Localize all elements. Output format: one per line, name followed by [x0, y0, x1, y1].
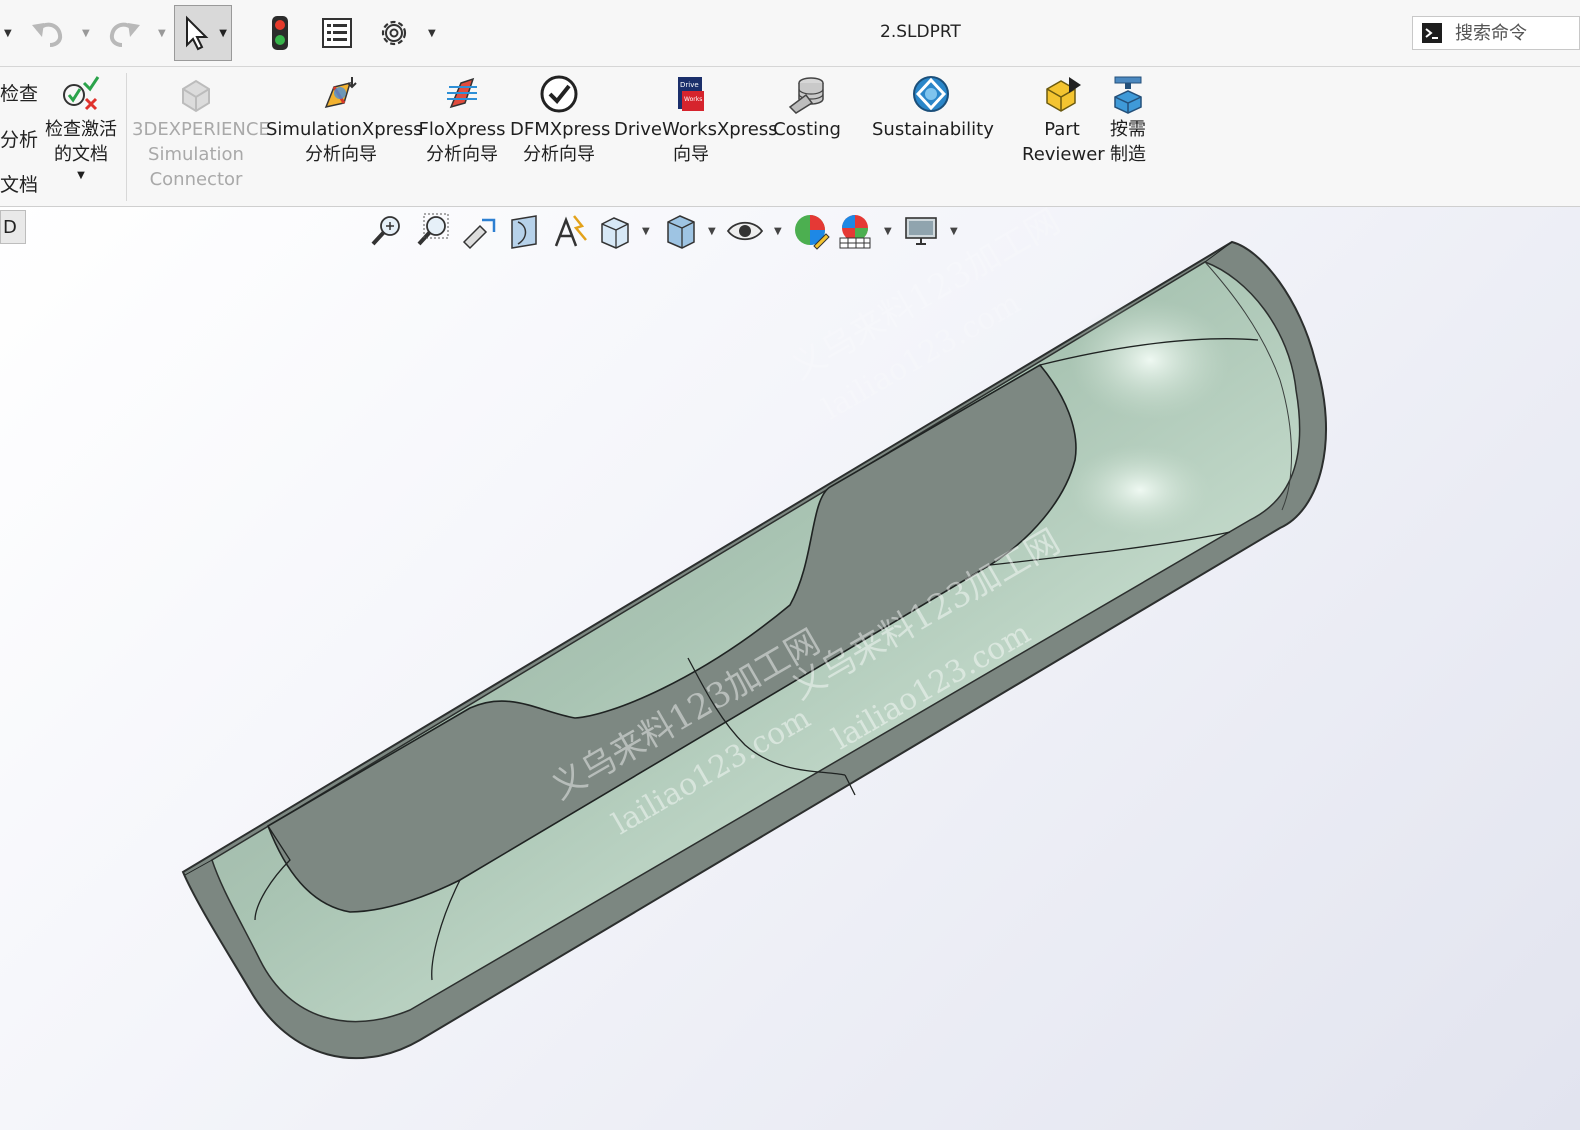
highlight — [1070, 445, 1210, 535]
command-manager-ribbon: 检查 分析 文档 检查激活 的文档 ▼ 3DEXPERIENCE Simulat… — [0, 67, 1580, 207]
view-settings-dropdown-icon[interactable]: ▼ — [950, 226, 958, 237]
costing-button[interactable]: Costing — [772, 73, 842, 142]
dfmxpress-icon — [540, 75, 578, 113]
svg-text:Drive: Drive — [680, 81, 699, 89]
traffic-light-icon — [272, 16, 288, 50]
highlight — [1070, 300, 1230, 420]
view-orientation-dropdown-icon[interactable]: ▼ — [642, 226, 650, 237]
search-commands-box[interactable] — [1412, 16, 1580, 50]
part-reviewer-icon — [1046, 77, 1081, 112]
select-dropdown-icon[interactable]: ▼ — [219, 28, 227, 39]
edit-appearance-icon[interactable] — [792, 212, 830, 250]
ribbon-separator — [126, 73, 127, 201]
rebuild-button[interactable] — [266, 14, 294, 52]
apply-scene-dropdown-icon[interactable]: ▼ — [884, 226, 892, 237]
undo-icon — [32, 22, 63, 47]
floxpress-button[interactable]: FloXpress 分析向导 — [418, 73, 506, 167]
file-properties-button[interactable] — [318, 14, 356, 52]
floxpress-label: FloXpress 分析向导 — [418, 119, 506, 165]
display-style-dropdown-icon[interactable]: ▼ — [708, 226, 716, 237]
3dexperience-label: 3DEXPERIENCE Simulation Connector — [132, 119, 270, 190]
driveworksxpress-button[interactable]: Drive Works DriveWorksXpress 向导 — [614, 73, 778, 167]
check-active-document-label: 检查激活 的文档 — [45, 119, 117, 165]
part-reviewer-label: Part Reviewer — [1022, 119, 1105, 165]
3d-print-icon — [1114, 76, 1142, 114]
dynamic-annotation-views-icon[interactable] — [552, 212, 590, 250]
floxpress-icon — [447, 77, 477, 109]
document-title: 2.SLDPRT — [880, 22, 961, 42]
costing-icon — [788, 77, 824, 114]
section-view-icon[interactable] — [506, 212, 544, 250]
sustainability-button[interactable]: Sustainability — [872, 73, 994, 142]
undo-dropdown-icon[interactable]: ▼ — [82, 28, 90, 39]
display-style-icon[interactable] — [662, 212, 700, 250]
options-dropdown-icon[interactable]: ▼ — [428, 28, 436, 39]
driveworks-icon: Drive Works — [678, 77, 704, 111]
simulationxpress-icon — [324, 77, 357, 109]
list-document-icon — [322, 18, 352, 48]
zoom-to-fit-icon[interactable] — [368, 212, 406, 250]
dfmxpress-button[interactable]: DFMXpress 分析向导 — [510, 73, 611, 167]
cursor-arrow-icon — [186, 15, 209, 51]
sustainability-label: Sustainability — [872, 119, 994, 140]
redo-button[interactable] — [104, 14, 144, 52]
command-prompt-icon — [1422, 23, 1442, 43]
check-dropdown-icon[interactable]: ▼ — [40, 171, 122, 181]
3dexperience-icon — [182, 79, 210, 113]
check-active-document-icon — [63, 76, 100, 111]
sustainability-icon — [913, 76, 949, 112]
simulationxpress-label: SimulationXpress 分析向导 — [266, 119, 423, 165]
search-input[interactable] — [1453, 21, 1577, 45]
title-bar: ▼ ▼ ▼ ▼ ▼ 2.SLDPRT 搜索命令 — [0, 0, 1580, 67]
part-reviewer-button[interactable]: Part Reviewer — [1022, 73, 1105, 167]
view-orientation-icon[interactable] — [596, 212, 634, 250]
feature-manager-tab[interactable]: D — [0, 210, 26, 244]
ribbon-label-check[interactable]: 检查 — [0, 79, 38, 106]
view-settings-icon[interactable] — [902, 212, 940, 250]
dfmxpress-label: DFMXpress 分析向导 — [510, 119, 611, 165]
select-button[interactable]: ▼ — [174, 5, 232, 61]
driveworksxpress-label: DriveWorksXpress 向导 — [614, 119, 778, 165]
hide-show-dropdown-icon[interactable]: ▼ — [774, 226, 782, 237]
graphics-viewport[interactable]: 义乌来料123加工网 lailiao123.com 义乌来料123加工网 lai… — [0, 207, 1580, 1130]
part-model[interactable]: 义乌来料123加工网 lailiao123.com 义乌来料123加工网 lai… — [0, 207, 1580, 1130]
previous-view-icon[interactable] — [460, 212, 498, 250]
costing-label: Costing — [773, 119, 841, 140]
gear-icon — [381, 20, 407, 46]
dropdown-arrow-icon[interactable]: ▼ — [4, 28, 12, 39]
make-on-demand-label: 按需 制造 — [1110, 119, 1146, 165]
redo-icon — [109, 22, 140, 47]
ribbon-label-analysis[interactable]: 分析 — [0, 125, 38, 152]
zoom-to-area-icon[interactable] — [414, 212, 452, 250]
options-button[interactable] — [374, 14, 414, 52]
check-active-document-button[interactable]: 检查激活 的文档 ▼ — [40, 73, 122, 181]
svg-text:Works: Works — [684, 96, 702, 103]
hide-show-items-icon[interactable] — [726, 212, 764, 250]
simulationxpress-button[interactable]: SimulationXpress 分析向导 — [266, 73, 423, 167]
apply-scene-icon[interactable] — [836, 212, 874, 250]
undo-button[interactable] — [28, 14, 68, 52]
ribbon-label-document[interactable]: 文档 — [0, 170, 38, 197]
make-on-demand-button[interactable]: 按需 制造 — [1104, 73, 1152, 167]
3dexperience-simulation-connector-button[interactable]: 3DEXPERIENCE Simulation Connector — [132, 73, 270, 192]
redo-dropdown-icon[interactable]: ▼ — [158, 28, 166, 39]
